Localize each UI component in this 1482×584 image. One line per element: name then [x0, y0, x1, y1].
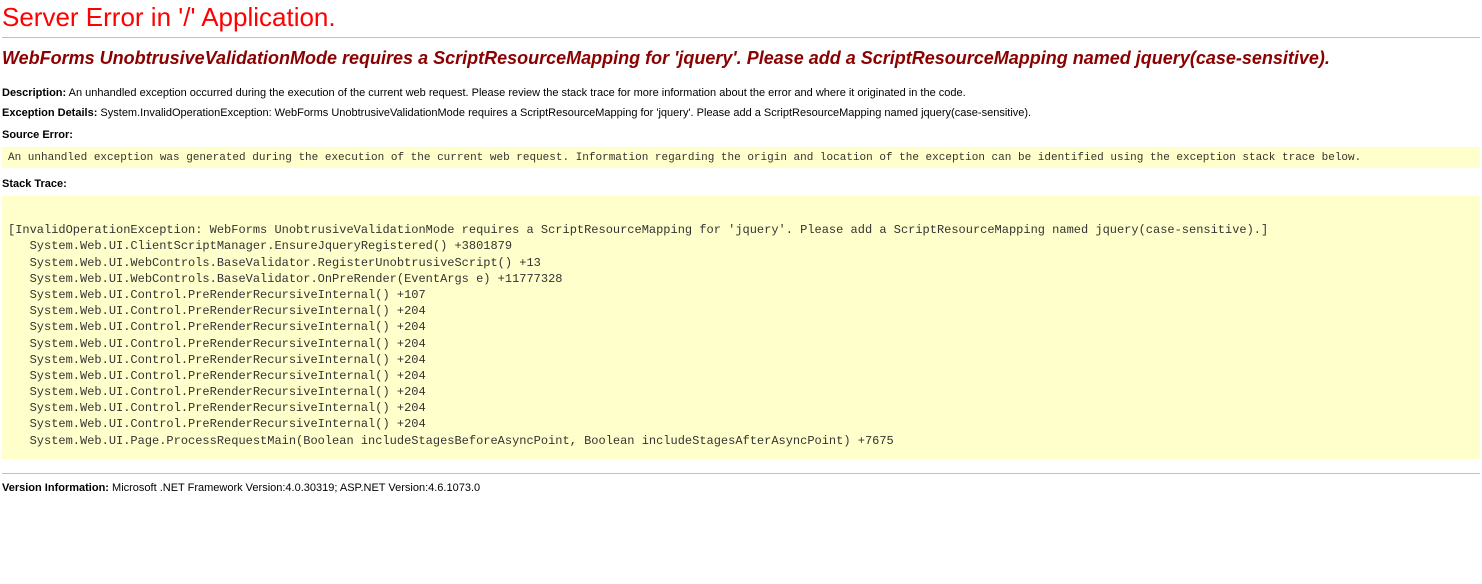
- exception-details-section: Exception Details: System.InvalidOperati…: [2, 107, 1480, 119]
- source-error-block: An unhandled exception was generated dur…: [2, 147, 1480, 168]
- stack-trace-text: [InvalidOperationException: WebForms Uno…: [8, 206, 1474, 449]
- exception-details-label: Exception Details:: [2, 107, 97, 119]
- exception-details-text: System.InvalidOperationException: WebFor…: [100, 107, 1031, 119]
- error-title: Server Error in '/' Application.: [2, 2, 1480, 33]
- footer-divider: [2, 473, 1480, 474]
- stack-trace-label: Stack Trace:: [2, 178, 1480, 190]
- description-label: Description:: [2, 87, 66, 99]
- description-text: An unhandled exception occurred during t…: [69, 87, 966, 99]
- exception-message: WebForms UnobtrusiveValidationMode requi…: [2, 48, 1480, 69]
- source-error-text: An unhandled exception was generated dur…: [8, 152, 1361, 164]
- source-error-label: Source Error:: [2, 129, 1480, 141]
- version-label: Version Information:: [2, 482, 109, 494]
- stack-trace-block: [InvalidOperationException: WebForms Uno…: [2, 196, 1480, 459]
- divider: [2, 37, 1480, 38]
- description-section: Description: An unhandled exception occu…: [2, 87, 1480, 99]
- version-section: Version Information: Microsoft .NET Fram…: [2, 482, 1480, 494]
- version-text: Microsoft .NET Framework Version:4.0.303…: [112, 482, 480, 494]
